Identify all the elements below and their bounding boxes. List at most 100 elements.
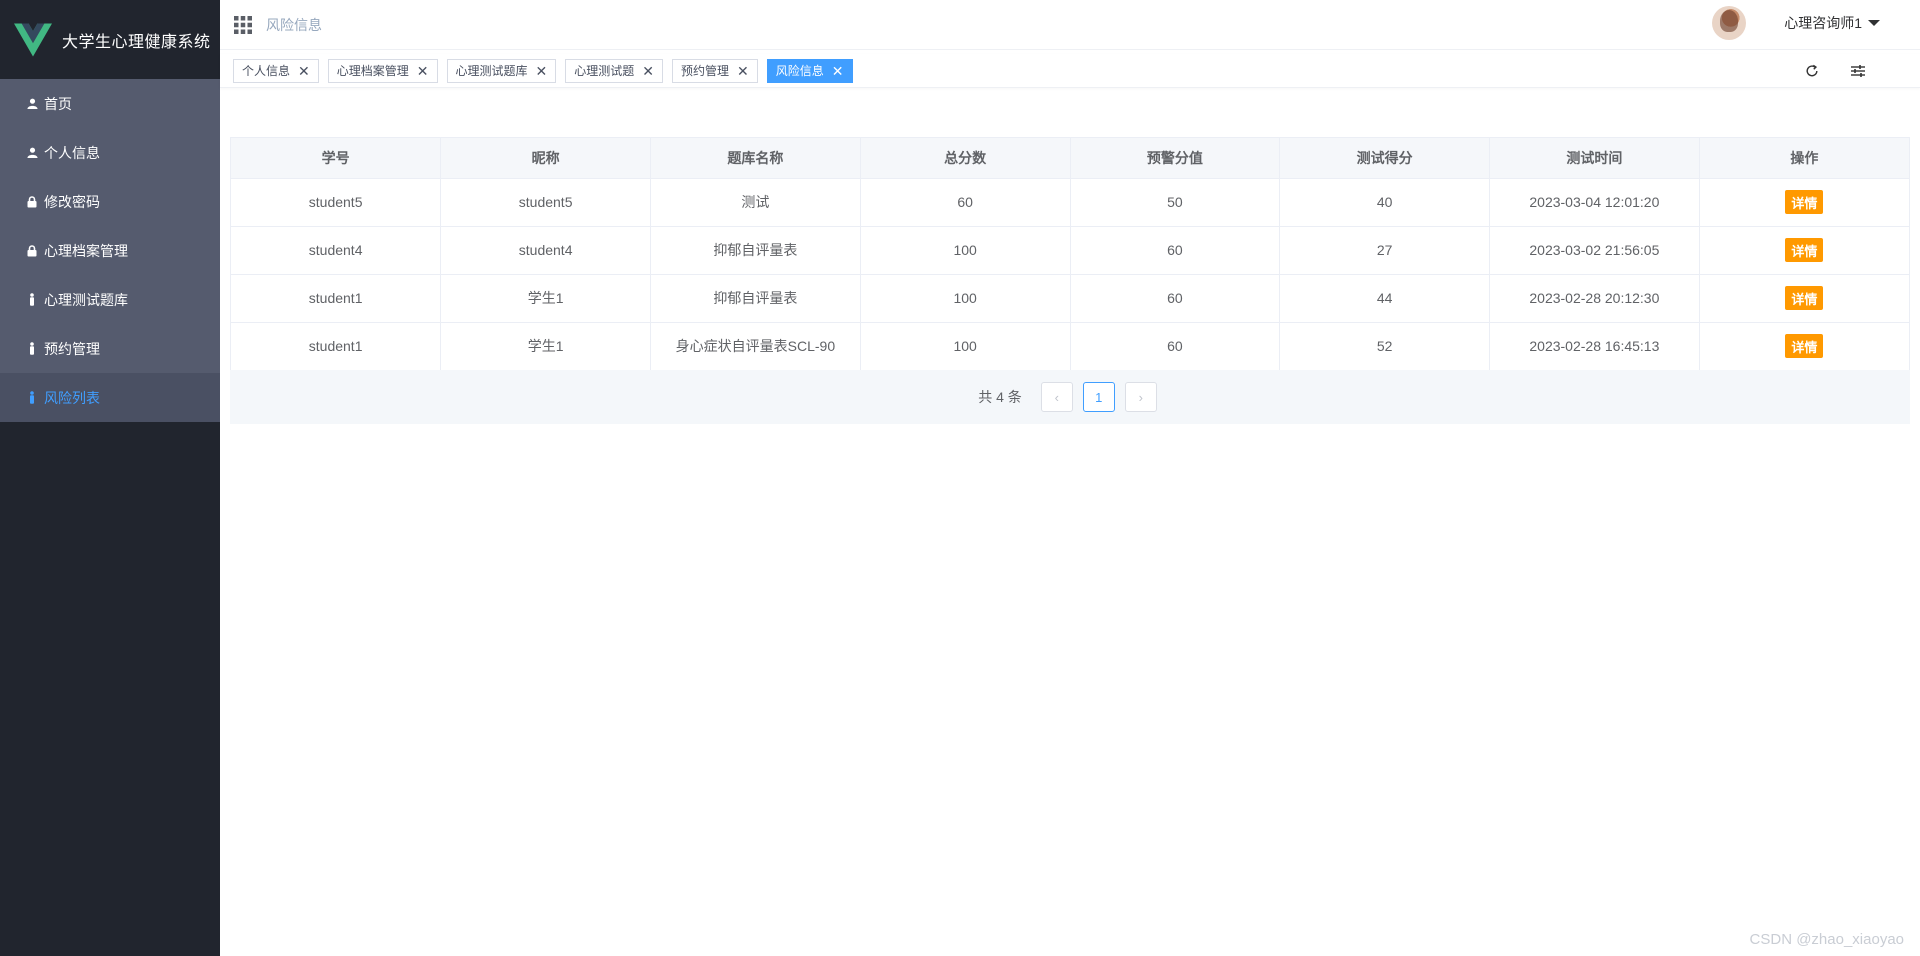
user-icon xyxy=(26,147,38,159)
cell-time: 2023-02-28 16:45:13 xyxy=(1489,322,1700,370)
sidebar-item-psych-records[interactable]: 心理档案管理 xyxy=(0,226,220,275)
page-number-button[interactable]: 1 xyxy=(1082,382,1115,412)
prev-page-button[interactable]: ‹ xyxy=(1040,382,1073,412)
column-header: 预警分值 xyxy=(1070,138,1281,179)
pagination-total: 共 4 条 xyxy=(978,389,1022,405)
toolbar-icons xyxy=(1778,59,1870,83)
cell-nickname: student5 xyxy=(440,178,651,227)
person-icon xyxy=(26,293,38,306)
cell-warn: 60 xyxy=(1070,226,1281,275)
detail-button[interactable]: 详情 xyxy=(1785,286,1824,310)
cell-score: 40 xyxy=(1279,178,1490,227)
cell-total: 100 xyxy=(860,274,1071,323)
pagination: 共 4 条 ‹ 1 › xyxy=(230,370,1910,424)
detail-button[interactable]: 详情 xyxy=(1785,334,1824,359)
cell-warn: 50 xyxy=(1070,178,1281,227)
close-icon[interactable]: ✕ xyxy=(642,64,654,78)
lock-icon xyxy=(26,244,38,257)
column-header: 测试时间 xyxy=(1489,138,1700,179)
cell-time: 2023-03-04 12:01:20 xyxy=(1489,178,1700,227)
tag-label: 心理测试题库 xyxy=(455,64,528,78)
close-icon[interactable]: ✕ xyxy=(298,64,310,78)
sidebar-item-appointments[interactable]: 预约管理 xyxy=(0,324,220,373)
cell-student-id: student4 xyxy=(231,226,442,275)
sidebar-item-label: 个人信息 xyxy=(44,144,100,161)
cell-action: 详情 xyxy=(1699,178,1909,227)
close-icon[interactable]: ✕ xyxy=(737,64,749,78)
sidebar-item-personal-info[interactable]: 个人信息 xyxy=(0,128,220,177)
sidebar-item-label: 风险列表 xyxy=(44,389,100,406)
column-header: 总分数 xyxy=(860,138,1071,179)
logo-bar: 大学生心理健康系统 xyxy=(0,0,220,79)
cell-nickname: student4 xyxy=(440,226,651,275)
detail-button[interactable]: 详情 xyxy=(1785,190,1824,214)
cell-student-id: student5 xyxy=(231,178,442,227)
tag-test-bank[interactable]: 心理测试题库 ✕ xyxy=(446,58,557,83)
tag-psych-records[interactable]: 心理档案管理 ✕ xyxy=(327,58,438,83)
cell-score: 27 xyxy=(1279,226,1490,275)
sidebar: 大学生心理健康系统 首页 个人信息 修改密码 心理档案管理 心理测试题库 预约管… xyxy=(0,0,220,956)
tag-appointments[interactable]: 预约管理 ✕ xyxy=(672,58,758,83)
caret-down-icon[interactable] xyxy=(1868,20,1880,26)
cell-action: 详情 xyxy=(1699,226,1909,275)
table-row: student5 student5 测试 60 50 40 2023-03-04… xyxy=(231,178,1909,227)
sidebar-item-home[interactable]: 首页 xyxy=(0,79,220,128)
cell-action: 详情 xyxy=(1699,322,1909,370)
sidebar-item-risk-list[interactable]: 风险列表 xyxy=(0,373,220,422)
cell-score: 44 xyxy=(1279,274,1490,323)
cell-total: 100 xyxy=(860,226,1071,275)
tags-view: 个人信息 ✕ 心理档案管理 ✕ 心理测试题库 ✕ 心理测试题 ✕ 预约管理 ✕ 风险信息 ✕ xyxy=(220,54,1920,88)
cell-time: 2023-02-28 20:12:30 xyxy=(1489,274,1700,323)
tag-label: 预约管理 xyxy=(681,64,730,78)
username[interactable]: 心理咨询师1 xyxy=(1784,13,1862,33)
tag-label: 心理测试题 xyxy=(574,64,635,78)
breadcrumb: 风险信息 xyxy=(266,16,322,33)
apps-grid-icon[interactable] xyxy=(234,15,252,34)
column-header: 昵称 xyxy=(440,138,651,179)
detail-button[interactable]: 详情 xyxy=(1785,238,1824,262)
sidebar-menu: 首页 个人信息 修改密码 心理档案管理 心理测试题库 预约管理 风险列表 xyxy=(0,79,220,422)
sidebar-item-change-password[interactable]: 修改密码 xyxy=(0,177,220,226)
sidebar-item-test-bank[interactable]: 心理测试题库 xyxy=(0,275,220,324)
cell-bank: 测试 xyxy=(650,178,861,227)
next-page-button[interactable]: › xyxy=(1124,382,1157,412)
column-header: 题库名称 xyxy=(650,138,861,179)
sidebar-item-label: 首页 xyxy=(44,95,72,112)
refresh-icon[interactable] xyxy=(1800,59,1824,83)
cell-bank: 抑郁自评量表 xyxy=(650,226,861,275)
lock-icon xyxy=(26,195,38,208)
close-icon[interactable]: ✕ xyxy=(536,64,548,78)
person-icon xyxy=(26,391,38,404)
cell-total: 100 xyxy=(860,322,1071,370)
sidebar-item-label: 修改密码 xyxy=(44,193,100,210)
risk-table: 学号 昵称 题库名称 总分数 预警分值 测试得分 测试时间 操作 student… xyxy=(230,137,1910,371)
close-icon[interactable]: ✕ xyxy=(832,64,844,78)
cell-student-id: student1 xyxy=(231,274,442,323)
tag-test-questions[interactable]: 心理测试题 ✕ xyxy=(565,58,663,83)
cell-warn: 60 xyxy=(1070,274,1281,323)
cell-total: 60 xyxy=(860,178,1071,227)
cell-time: 2023-03-02 21:56:05 xyxy=(1489,226,1700,275)
app-title: 大学生心理健康系统 xyxy=(62,33,211,51)
cell-warn: 60 xyxy=(1070,322,1281,370)
sidebar-item-label: 心理测试题库 xyxy=(44,291,128,308)
user-icon xyxy=(26,98,38,110)
settings-sliders-icon[interactable] xyxy=(1846,59,1870,83)
cell-nickname: 学生1 xyxy=(440,322,651,370)
column-header: 学号 xyxy=(231,138,442,179)
cell-bank: 抑郁自评量表 xyxy=(650,274,861,323)
avatar[interactable] xyxy=(1712,6,1747,40)
close-icon[interactable]: ✕ xyxy=(417,64,429,78)
tag-risk-info[interactable]: 风险信息 ✕ xyxy=(766,58,853,83)
tag-personal-info[interactable]: 个人信息 ✕ xyxy=(233,58,319,83)
column-header: 测试得分 xyxy=(1279,138,1490,179)
sidebar-item-label: 心理档案管理 xyxy=(44,242,128,259)
cell-score: 52 xyxy=(1279,322,1490,370)
table-row: student1 学生1 抑郁自评量表 100 60 44 2023-02-28… xyxy=(231,274,1909,323)
sidebar-item-label: 预约管理 xyxy=(44,340,100,357)
table-row: student4 student4 抑郁自评量表 100 60 27 2023-… xyxy=(231,226,1909,275)
tag-label: 风险信息 xyxy=(775,64,824,78)
cell-nickname: 学生1 xyxy=(440,274,651,323)
user-menu[interactable]: 心理咨询师1 xyxy=(1712,6,1880,40)
table-header-row: 学号 昵称 题库名称 总分数 预警分值 测试得分 测试时间 操作 xyxy=(231,138,1909,179)
